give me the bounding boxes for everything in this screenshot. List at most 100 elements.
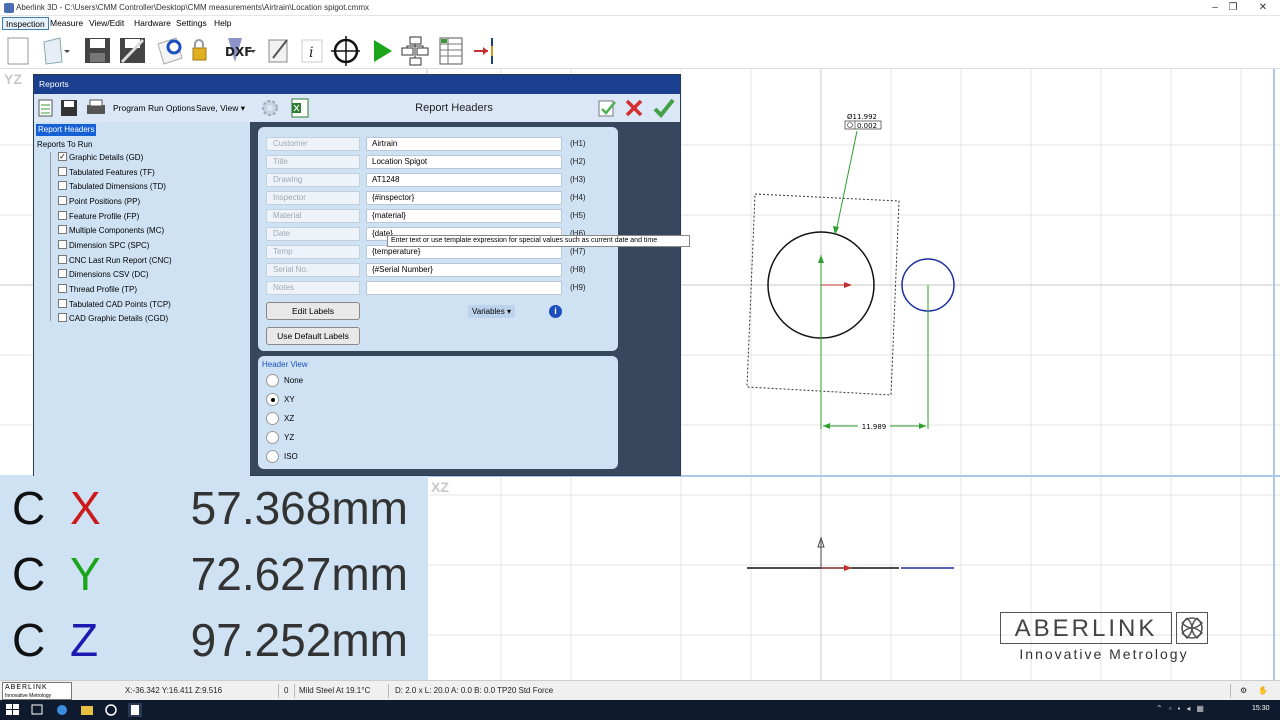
checkbox[interactable] (58, 240, 67, 250)
tree-item-cad-graphic-details[interactable]: CAD Graphic Details (CGD) (58, 312, 168, 326)
radio-none[interactable] (266, 374, 279, 387)
disk-icon[interactable] (154, 34, 184, 66)
ok-icon[interactable] (653, 97, 675, 119)
header-view-panel: Header View None XY XZ YZ ISO (258, 356, 618, 469)
print-icon[interactable] (85, 99, 107, 117)
info-icon[interactable]: i (298, 34, 328, 66)
hand-icon: ✋ (1258, 686, 1268, 695)
cancel-icon[interactable] (624, 98, 644, 118)
readout-prefix: C (12, 614, 46, 666)
tree-item-report-headers[interactable]: Report Headers (36, 124, 97, 136)
tree-item-tabulated-cad-points[interactable]: Tabulated CAD Points (TCP) (58, 298, 171, 312)
readout-row-z: C Z 97.252mm (0, 607, 428, 673)
header-field-serial[interactable]: {#Serial Number} (366, 263, 562, 277)
save-as-icon[interactable] (117, 34, 147, 66)
radio-xz[interactable] (266, 412, 279, 425)
close-window-button[interactable]: ✕ (1250, 0, 1276, 16)
maximize-button[interactable]: ❐ (1220, 0, 1246, 16)
open-file-icon[interactable] (40, 34, 70, 66)
header-code: (H7) (570, 247, 586, 256)
radio-yz[interactable] (266, 431, 279, 444)
tree-group-reports-to-run[interactable]: Reports To Run (37, 139, 92, 151)
lock-icon[interactable] (186, 34, 216, 66)
readout-axis-z: Z (70, 614, 99, 666)
xz-view-label: XZ (431, 479, 449, 495)
taskbar-clock: 15:30 (1252, 705, 1270, 712)
crosshair-icon[interactable] (330, 34, 361, 66)
header-code: (H2) (570, 157, 586, 166)
checkbox[interactable] (58, 167, 67, 177)
tree-item-point-positions[interactable]: Point Positions (PP) (58, 195, 140, 209)
variables-dropdown[interactable]: Variables ▾ (468, 305, 516, 318)
status-divider (388, 684, 389, 698)
tree-item-graphic-details[interactable]: ✓ Graphic Details (GD) (58, 151, 143, 165)
apply-icon[interactable] (597, 98, 617, 118)
excel-icon[interactable] (290, 98, 310, 118)
tree-item-thread-profile[interactable]: Thread Profile (TP) (58, 283, 137, 297)
new-file-icon[interactable] (4, 34, 34, 66)
tree-item-tabulated-dimensions[interactable]: Tabulated Dimensions (TD) (58, 180, 166, 194)
header-field-notes[interactable] (366, 281, 562, 295)
checkbox[interactable] (58, 284, 67, 294)
checkbox[interactable] (58, 181, 67, 191)
aberlink-logo: ABERLINK Innovative Metrology (1000, 612, 1208, 662)
header-field-drawing[interactable]: AT1248 (366, 173, 562, 187)
header-field-inspector[interactable]: {#inspector} (366, 191, 562, 205)
menu-measure[interactable]: Measure (47, 17, 86, 30)
tree-item-label: Multiple Components (MC) (69, 226, 165, 235)
menu-inspection[interactable]: Inspection (2, 17, 49, 30)
aberlink-task-icon[interactable] (104, 703, 118, 717)
status-probe: D: 2.0 x L: 20.0 A: 0.0 B: 0.0 TP20 Std … (395, 686, 554, 695)
checkbox[interactable] (58, 211, 67, 221)
probe-icon[interactable] (470, 34, 500, 66)
save-report-icon[interactable] (60, 99, 78, 117)
header-label-inspector: Inspector (266, 191, 360, 205)
checkbox-checked[interactable]: ✓ (58, 152, 67, 162)
use-default-labels-button[interactable]: Use Default Labels (266, 327, 360, 345)
header-label-title: Title (266, 155, 360, 169)
edge-icon[interactable] (55, 703, 69, 717)
save-view-dropdown[interactable]: Save, View ▾ (196, 103, 245, 114)
grid-report-icon[interactable] (436, 34, 466, 66)
menu-hardware[interactable]: Hardware (131, 17, 174, 30)
explorer-icon[interactable] (80, 703, 94, 717)
header-code: (H1) (570, 139, 586, 148)
settings-gear-icon[interactable] (260, 98, 280, 118)
report-icon[interactable] (38, 99, 54, 117)
app-task-icon[interactable] (128, 703, 142, 717)
header-field-material[interactable]: {material} (366, 209, 562, 223)
hierarchy-icon[interactable] (400, 34, 430, 66)
tree-item-feature-profile[interactable]: Feature Profile (FP) (58, 210, 139, 224)
menu-help[interactable]: Help (211, 17, 234, 30)
header-field-temp[interactable]: {temperature} (366, 245, 562, 259)
task-view-icon[interactable] (30, 703, 44, 717)
tree-item-multiple-components[interactable]: Multiple Components (MC) (58, 224, 164, 238)
menu-settings[interactable]: Settings (173, 17, 210, 30)
tree-item-cnc-last-run[interactable]: CNC Last Run Report (CNC) (58, 254, 172, 268)
run-icon[interactable] (368, 34, 398, 66)
save-icon[interactable] (82, 34, 112, 66)
radio-iso[interactable] (266, 450, 279, 463)
checkbox[interactable] (58, 196, 67, 206)
checkbox[interactable] (58, 255, 67, 265)
tree-item-tabulated-features[interactable]: Tabulated Features (TF) (58, 166, 155, 180)
header-field-title[interactable]: Location Spigot (366, 155, 562, 169)
tree-item-label: CNC Last Run Report (CNC) (69, 256, 172, 265)
tree-item-label: Graphic Details (GD) (69, 153, 144, 162)
status-divider (1230, 684, 1231, 698)
menu-view-edit[interactable]: View/Edit (86, 17, 127, 30)
tree-item-dimensions-csv[interactable]: Dimensions CSV (DC) (58, 268, 149, 282)
header-field-customer[interactable]: Airtrain (366, 137, 562, 151)
radio-xy[interactable] (266, 393, 279, 406)
tree-item-dimension-spc[interactable]: Dimension SPC (SPC) (58, 239, 149, 253)
header-label-date: Date (266, 227, 360, 241)
info-circle-icon[interactable]: i (549, 305, 562, 318)
checkbox[interactable] (58, 225, 67, 235)
windows-start-icon[interactable] (6, 703, 20, 717)
checkbox[interactable] (58, 299, 67, 309)
checkbox[interactable] (58, 269, 67, 279)
checkbox[interactable] (58, 313, 67, 323)
edit-icon[interactable] (263, 34, 293, 66)
dxf-icon[interactable]: DXF (222, 34, 260, 66)
edit-labels-button[interactable]: Edit Labels (266, 302, 360, 320)
